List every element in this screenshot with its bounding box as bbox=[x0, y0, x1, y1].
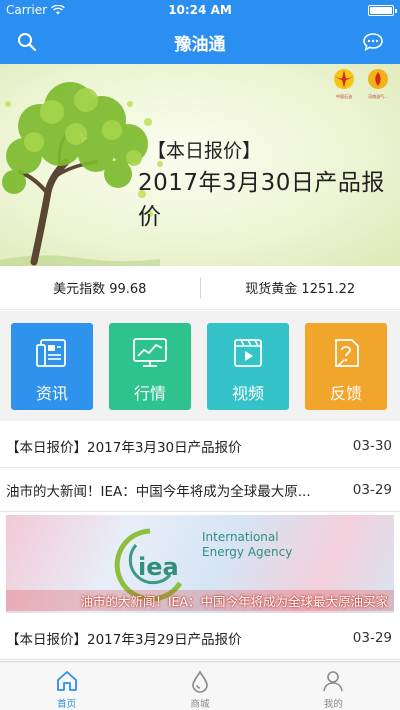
carrier: Carrier bbox=[6, 3, 65, 17]
sponsor-logos: 中国石油 河南油气... bbox=[330, 68, 392, 99]
news-item[interactable]: 【本日报价】2017年3月30日产品报价 03-30 bbox=[0, 424, 400, 468]
nav-bar: 豫油通 bbox=[0, 20, 400, 64]
featured-news-image[interactable]: iea International Energy Agency 油市的大新闻！I… bbox=[6, 515, 394, 613]
banner[interactable]: 中国石油 河南油气... 【本日报价】 2017年3月30日产品报价 bbox=[0, 64, 400, 266]
quick-video-label: 视频 bbox=[231, 384, 264, 403]
page-title: 豫油通 bbox=[174, 34, 226, 55]
chat-icon bbox=[363, 33, 383, 52]
tab-mall-label: 商城 bbox=[190, 699, 210, 710]
search-button[interactable] bbox=[12, 27, 42, 57]
iea-org-line2: Energy Agency bbox=[202, 545, 293, 559]
quick-video-button[interactable]: 视频 bbox=[207, 323, 289, 410]
news-title: 【本日报价】2017年3月30日产品报价 bbox=[6, 439, 242, 456]
petrochina-logo: 中国石油 bbox=[330, 68, 358, 99]
tab-mall[interactable]: 商城 bbox=[133, 662, 266, 710]
flame-icon bbox=[368, 69, 388, 89]
henan-oil-logo: 河南油气... bbox=[364, 68, 392, 99]
search-icon bbox=[18, 33, 37, 52]
news-date: 03-29 bbox=[352, 629, 392, 646]
carrier-name: Carrier bbox=[6, 3, 48, 17]
chart-icon bbox=[133, 338, 167, 367]
market-ticker: 美元指数 99.68 现货黄金 1251.22 bbox=[0, 266, 400, 310]
news-list: 【本日报价】2017年3月30日产品报价 03-30 油市的大新闻！IEA：中国… bbox=[0, 424, 400, 660]
featured-caption: 油市的大新闻！IEA：中国今年将成为全球最大原油买家 bbox=[6, 590, 394, 611]
tab-mine-label: 我的 bbox=[323, 699, 343, 710]
drop-icon bbox=[192, 670, 208, 693]
user-icon bbox=[323, 671, 344, 692]
quick-news-button[interactable]: 资讯 bbox=[11, 323, 93, 410]
news-item[interactable]: 【本日报价】2017年3月29日产品报价 03-29 bbox=[0, 616, 400, 660]
quick-market-button[interactable]: 行情 bbox=[109, 323, 191, 410]
quick-feedback-label: 反馈 bbox=[329, 384, 362, 403]
usd-index: 美元指数 99.68 bbox=[53, 282, 147, 297]
news-icon bbox=[36, 339, 66, 367]
message-button[interactable] bbox=[358, 27, 388, 57]
news-title: 油市的大新闻！IEA：中国今年将成为全球最大原... bbox=[6, 483, 311, 500]
video-icon bbox=[234, 339, 262, 367]
status-bar: Carrier 10:24 AM bbox=[0, 0, 400, 20]
tab-home[interactable]: 首页 bbox=[0, 662, 133, 710]
quick-news-label: 资讯 bbox=[35, 384, 68, 403]
iea-logo-text: iea bbox=[138, 553, 179, 581]
wifi-icon bbox=[51, 5, 65, 15]
petrochina-icon bbox=[334, 69, 354, 89]
quick-feedback-button[interactable]: 反馈 bbox=[305, 323, 387, 410]
tab-mine[interactable]: 我的 bbox=[267, 662, 400, 710]
feedback-icon bbox=[335, 339, 359, 367]
gold-price: 现货黄金 1251.22 bbox=[245, 282, 356, 297]
battery-icon bbox=[368, 4, 397, 16]
news-item[interactable]: 油市的大新闻！IEA：中国今年将成为全球最大原... 03-29 bbox=[0, 468, 400, 512]
iea-org-name: International Energy Agency bbox=[202, 530, 292, 560]
news-date: 03-30 bbox=[352, 437, 392, 454]
logo1-caption: 中国石油 bbox=[336, 94, 352, 99]
news-date: 03-29 bbox=[352, 481, 392, 498]
news-title: 【本日报价】2017年3月29日产品报价 bbox=[6, 631, 242, 648]
logo2-caption: 河南油气... bbox=[368, 94, 388, 99]
banner-headline: 2017年3月30日产品报价 bbox=[138, 170, 385, 230]
tab-bar: 首页 商城 我的 bbox=[0, 661, 400, 710]
home-icon bbox=[56, 671, 77, 691]
iea-org-line1: International bbox=[202, 530, 279, 544]
banner-tag: 【本日报价】 bbox=[147, 140, 262, 162]
tab-home-label: 首页 bbox=[57, 699, 77, 710]
quick-menu: 资讯 行情 视频 反馈 bbox=[0, 311, 400, 421]
quick-market-label: 行情 bbox=[133, 384, 166, 403]
